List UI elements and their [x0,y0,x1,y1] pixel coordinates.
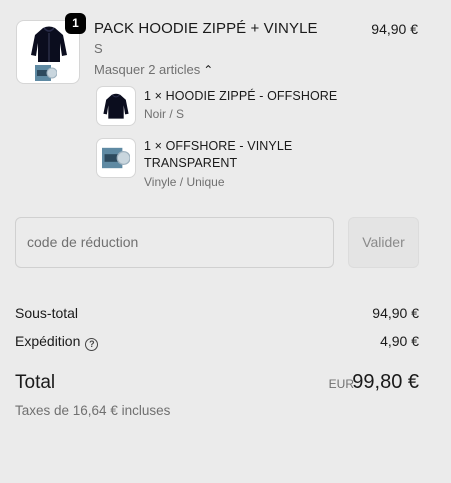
product-variant: S [94,41,103,56]
taxes-note: Taxes de 16,64 € incluses [15,403,171,418]
shipping-label: Expédition [15,333,81,349]
product-price: 94,90 € [371,21,418,37]
discount-code-input[interactable]: code de réduction [15,217,334,268]
hide-items-label: Masquer 2 articles [94,62,201,77]
shipping-value: 4,90 € [380,333,419,349]
bundle-item-thumbnail [96,138,136,178]
vinyl-image [102,147,130,169]
bundle-item-title-line: 1 × OFFSHORE - VINYLE [144,139,293,153]
total-value: 99,80 € [352,371,419,393]
product-title: PACK HOODIE ZIPPÉ + VINYLE [94,20,318,37]
apply-discount-button[interactable]: Valider [348,217,419,268]
total-label: Total [15,372,56,393]
bundle-item-title-line: TRANSPARENT [144,156,238,170]
hoodie-image [103,93,129,119]
total-currency: EUR [328,377,354,391]
hide-items-toggle[interactable]: Masquer 2 articles ⌃ [94,62,213,77]
quantity-badge: 1 [65,13,86,34]
bundle-item-variant: Vinyle / Unique [144,175,225,189]
shipping-row: Expédition? [15,333,99,351]
hoodie-image [31,26,67,62]
bundle-item-title: 1 × HOODIE ZIPPÉ - OFFSHORE [144,89,338,103]
bundle-item-variant: Noir / S [144,107,185,121]
question-circle-icon[interactable]: ? [85,338,99,351]
chevron-up-icon: ⌃ [203,63,214,77]
subtotal-label: Sous-total [15,305,79,321]
bundle-item-thumbnail [96,86,136,126]
subtotal-value: 94,90 € [372,305,419,321]
bundle-item-title: 1 × OFFSHORE - VINYLE TRANSPARENT [144,138,292,172]
vinyl-image [35,65,57,81]
order-summary: 1 PACK HOODIE ZIPPÉ + VINYLE 94,90 € S M… [0,0,451,483]
